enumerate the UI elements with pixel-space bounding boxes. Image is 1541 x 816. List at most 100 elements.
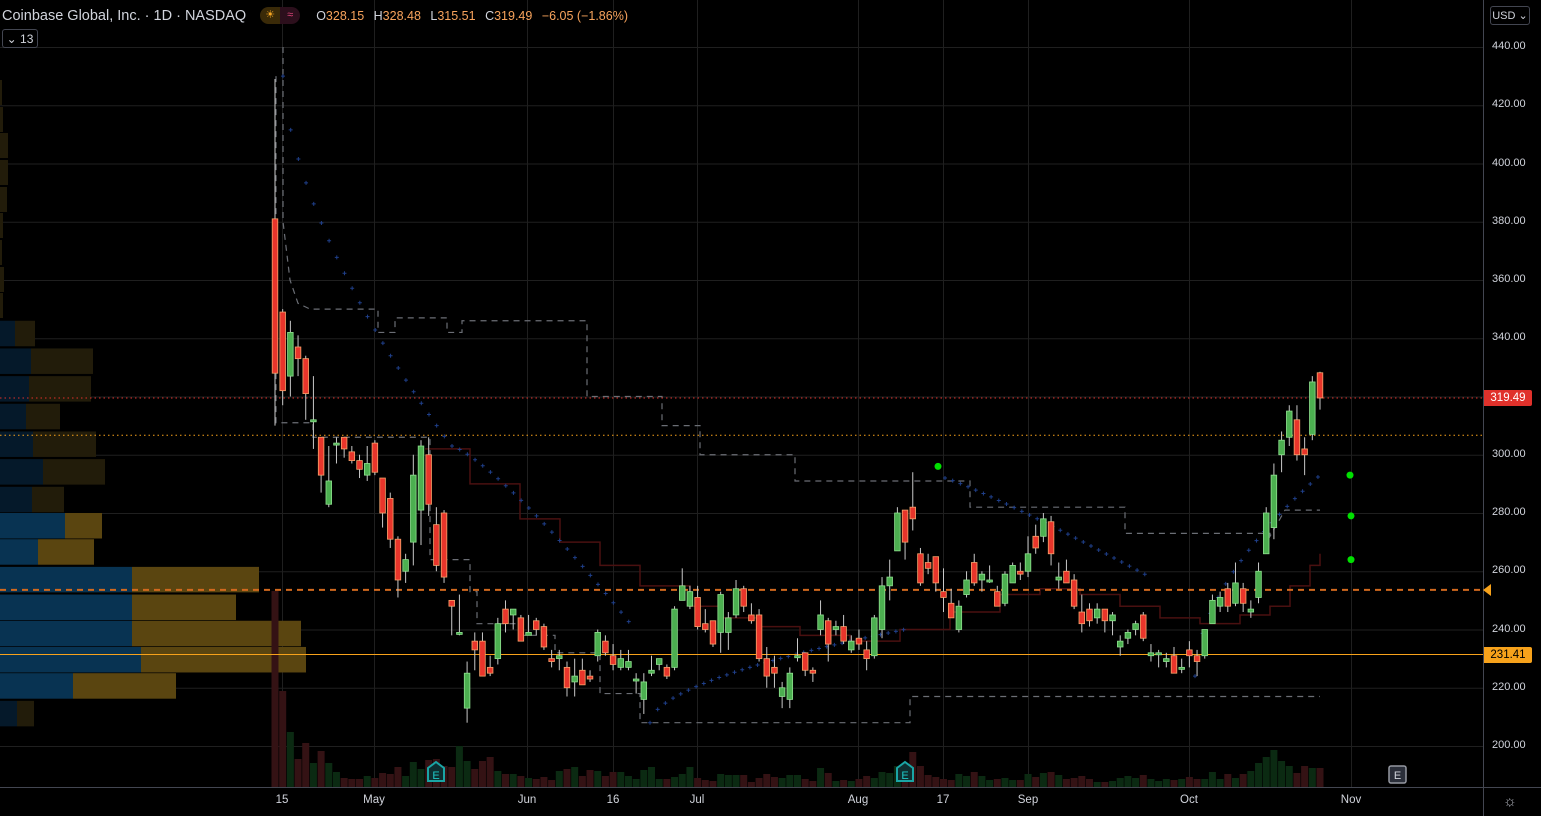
volume-bar — [701, 780, 709, 787]
volume-bar — [494, 771, 502, 787]
sar-point — [327, 238, 332, 243]
candle-up — [1263, 512, 1270, 555]
sar-point — [886, 630, 891, 635]
high-value: 328.48 — [382, 8, 421, 23]
candle-up — [1093, 608, 1101, 619]
volume-profile-down-bar — [0, 80, 2, 105]
sar-point — [611, 600, 616, 605]
volume-profile-down-bar — [0, 240, 2, 265]
indicators-toggle-button[interactable]: ⌄ 13 — [2, 29, 38, 48]
time-axis-label: Jun — [517, 794, 537, 806]
volume-bar — [1055, 775, 1063, 787]
candle-down — [1078, 611, 1086, 625]
volume-bar — [340, 778, 348, 787]
sar-point — [663, 701, 668, 706]
volume-bar — [932, 777, 940, 787]
sar-point — [817, 646, 822, 651]
sar-point — [989, 494, 994, 499]
candle-up — [1024, 553, 1032, 572]
volume-profile-up-bar — [0, 673, 73, 699]
sar-point — [958, 481, 963, 486]
candle-up — [686, 591, 694, 607]
sar-point — [1193, 674, 1197, 679]
sar-point — [572, 555, 577, 560]
candle-up — [1055, 576, 1062, 581]
svg-text:E: E — [1394, 770, 1401, 782]
sar-point — [755, 663, 760, 667]
volume-bar — [563, 769, 571, 787]
candle-down — [748, 614, 755, 622]
sar-point — [1119, 560, 1124, 565]
time-axis-label: Oct — [1180, 794, 1198, 806]
volume-bar — [617, 772, 625, 787]
signal-dot — [1347, 512, 1355, 520]
candle-up — [986, 579, 993, 583]
candle-up — [648, 669, 655, 674]
time-axis-label: Jul — [689, 794, 705, 806]
candle-down — [348, 451, 356, 461]
candle-down — [825, 620, 832, 645]
volume-bar — [1155, 781, 1163, 787]
candle-down — [909, 506, 916, 520]
volume-bar — [1039, 773, 1047, 787]
price-axis-label: 280.00 — [1492, 506, 1526, 518]
ma-step-line — [425, 448, 1321, 642]
sar-point — [717, 675, 722, 680]
volume-bar — [548, 780, 556, 787]
sar-point — [678, 691, 683, 696]
volume-bar — [978, 776, 986, 787]
volume-bar — [770, 777, 778, 787]
candle-up — [978, 573, 986, 581]
candle-up — [556, 655, 563, 660]
sar-point — [565, 546, 570, 551]
candle-up — [732, 588, 740, 616]
candle-up — [1109, 614, 1116, 622]
volume-profile-down-bar — [73, 673, 176, 699]
volume-bar — [1147, 779, 1155, 787]
candle-up — [778, 687, 786, 697]
price-chart[interactable]: E E E — [0, 0, 1541, 816]
earnings-marker-icon[interactable]: E — [427, 760, 445, 782]
volume-bar — [1009, 780, 1017, 787]
candle-up — [1278, 439, 1285, 456]
marker-price-badge: 231.41 — [1484, 646, 1532, 663]
candle-down — [971, 562, 978, 584]
volume-bar — [540, 777, 548, 787]
settings-gear-icon[interactable]: ☼ — [1503, 793, 1517, 810]
candle-down — [1017, 570, 1024, 575]
price-channel-indicator — [275, 47, 1320, 724]
sar-point — [281, 74, 285, 79]
candle-down — [517, 617, 525, 642]
currency-select[interactable]: USD ⌄ — [1490, 6, 1530, 25]
volume-bar — [794, 775, 801, 787]
sar-point — [595, 582, 600, 587]
volume-profile-up-bar — [0, 348, 31, 374]
sar-point — [1223, 581, 1228, 586]
close-label: C — [485, 8, 495, 23]
earnings-marker-icon[interactable]: E — [896, 760, 914, 782]
sar-point — [619, 610, 624, 615]
volume-bar — [356, 779, 364, 787]
status-pill[interactable]: ☀ ≈ — [260, 7, 301, 24]
volume-bar — [1308, 768, 1316, 787]
sar-point — [296, 156, 301, 161]
upcoming-earnings-marker-icon[interactable]: E — [1388, 765, 1407, 784]
candle-up — [463, 672, 471, 709]
sar-point — [901, 627, 906, 632]
volume-bar — [786, 775, 794, 787]
sar-point — [380, 341, 385, 346]
candle-up — [287, 332, 294, 377]
sar-point — [480, 463, 485, 468]
sar-point — [350, 286, 355, 291]
sar-point — [311, 201, 316, 206]
symbol-title[interactable]: Coinbase Global, Inc. · 1D · NASDAQ — [2, 8, 246, 24]
candle-up — [410, 474, 417, 543]
volume-bar — [578, 776, 586, 787]
volume-bar — [1239, 774, 1247, 787]
candle-up — [1147, 652, 1155, 657]
sar-point — [450, 444, 454, 449]
alert-marker-icon[interactable] — [1483, 584, 1491, 596]
volume-profile-down-bar — [0, 187, 7, 212]
candle-down — [1170, 655, 1178, 674]
candle-up — [325, 480, 332, 505]
